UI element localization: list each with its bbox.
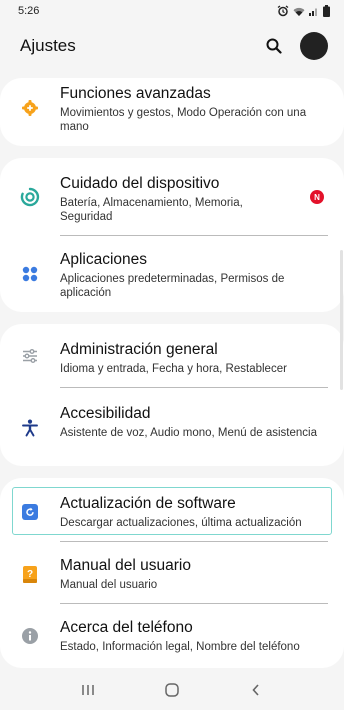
item-subtitle: Estado, Información legal, Nombre del te… [60,641,300,653]
home-icon [165,683,179,697]
settings-item-cuidado-dispositivo[interactable]: Cuidado del dispositivo Batería, Almacen… [0,158,344,236]
item-title: Actualización de software [60,495,236,512]
home-button[interactable] [157,675,187,705]
status-icons [277,5,330,17]
item-subtitle: Idioma y entrada, Fecha y hora, Restable… [60,363,287,375]
accessibility-icon [20,418,40,438]
item-subtitle: Asistente de voz, Audio mono, Menú de as… [60,427,317,439]
signal-icon [309,6,319,16]
app-actions [262,32,328,60]
settings-item-aplicaciones[interactable]: Aplicaciones Aplicaciones predeterminada… [0,236,344,312]
info-icon [20,626,40,646]
back-button[interactable] [241,675,271,705]
device-care-icon [20,187,40,207]
search-icon [266,38,282,54]
item-subtitle: Batería, Almacenamiento, Memoria, Seguri… [60,197,243,223]
alarm-icon [277,5,289,17]
settings-item-actualizacion-software[interactable]: Actualización de software Descargar actu… [0,478,344,542]
item-subtitle: Aplicaciones predeterminadas, Permisos d… [60,273,285,299]
item-title: Funciones avanzadas [60,85,211,102]
search-button[interactable] [262,34,286,58]
svg-text:?: ? [27,569,33,580]
item-title: Aplicaciones [60,251,148,268]
wifi-icon [293,6,305,17]
settings-item-administracion-general[interactable]: Administración general Idioma y entrada,… [0,324,344,388]
settings-item-manual-usuario[interactable]: ? Manual del usuario Manual del usuario [0,542,344,604]
back-icon [252,684,259,696]
software-update-icon [20,502,40,522]
battery-icon [323,5,330,17]
navigation-bar [0,670,344,710]
notification-badge: N [310,190,324,204]
settings-item-acerca-telefono[interactable]: Acerca del teléfono Estado, Información … [0,604,344,668]
item-title: Acerca del teléfono [60,619,193,636]
item-subtitle: Movimientos y gestos, Modo Operación con… [60,107,307,133]
sliders-icon [20,346,40,366]
item-title: Accesibilidad [60,405,151,422]
gear-plus-icon [20,98,40,118]
avatar[interactable] [300,32,328,60]
app-bar: Ajustes [0,26,344,66]
item-subtitle: Descargar actualizaciones, última actual… [60,517,302,529]
settings-item-accesibilidad[interactable]: Accesibilidad Asistente de voz, Audio mo… [0,388,344,466]
item-title: Administración general [60,341,218,358]
item-title: Manual del usuario [60,557,191,574]
apps-grid-icon [20,264,40,284]
settings-item-funciones-avanzadas[interactable]: Funciones avanzadas Movimientos y gestos… [0,78,344,146]
status-time: 5:26 [18,5,40,17]
scrollbar[interactable] [340,250,343,390]
page-title: Ajustes [20,36,76,55]
manual-icon: ? [20,564,40,584]
recent-apps-icon [82,685,94,695]
item-subtitle: Manual del usuario [60,579,158,591]
status-bar: 5:26 [0,0,344,22]
recent-apps-button[interactable] [73,675,103,705]
item-title: Cuidado del dispositivo [60,175,220,192]
